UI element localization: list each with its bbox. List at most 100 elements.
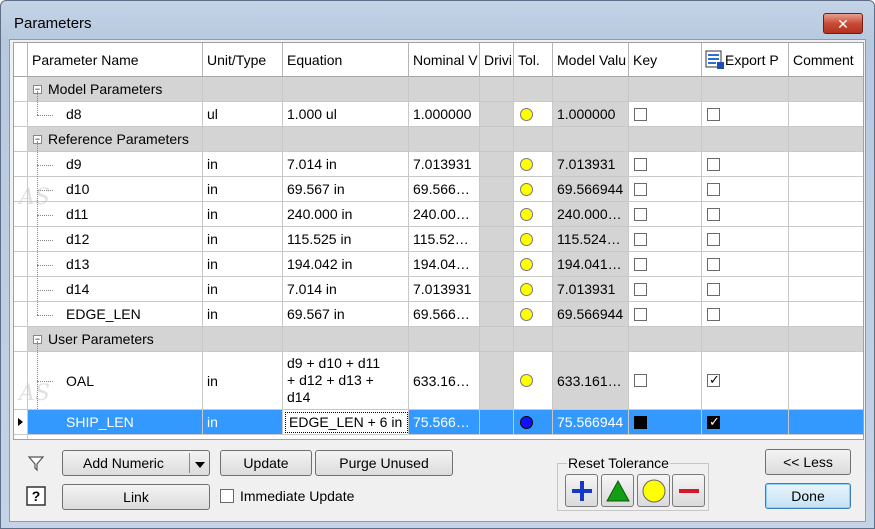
key-checkbox[interactable] <box>634 232 647 246</box>
nominal-value-cell[interactable]: 1.000000 <box>409 102 480 127</box>
tolerance-circle-icon[interactable] <box>520 107 533 121</box>
less-button[interactable]: << Less <box>765 449 851 475</box>
nominal-value-cell[interactable]: 633.16… <box>409 352 480 410</box>
key-cell[interactable] <box>629 227 702 252</box>
tolerance-cell[interactable] <box>514 152 553 177</box>
key-cell[interactable] <box>629 152 702 177</box>
tolerance-cell[interactable] <box>514 410 553 435</box>
key-checkbox[interactable] <box>634 157 647 171</box>
comment-cell[interactable] <box>789 277 863 302</box>
comment-cell[interactable] <box>789 152 863 177</box>
parameter-row[interactable]: d11 in 240.000 in 240.00… 240.000… <box>14 202 863 227</box>
nominal-value-cell[interactable]: 240.00… <box>409 202 480 227</box>
tolerance-cell[interactable] <box>514 227 553 252</box>
comment-cell[interactable] <box>789 410 863 435</box>
column-header-export-parameter[interactable]: Export P <box>702 43 789 77</box>
tolerance-circle-icon[interactable] <box>520 307 533 321</box>
nominal-value-cell[interactable]: 75.566… <box>409 410 480 435</box>
parameter-name-cell[interactable]: d11 <box>28 202 203 227</box>
export-cell[interactable] <box>702 352 789 410</box>
tolerance-cell[interactable] <box>514 102 553 127</box>
upper-tolerance-button[interactable] <box>565 474 598 507</box>
group-label-cell[interactable]: User Parameters <box>28 327 203 352</box>
export-cell[interactable] <box>702 302 789 327</box>
parameter-row[interactable]: d8 ul 1.000 ul 1.000000 1.000000 <box>14 102 863 127</box>
row-selector[interactable] <box>14 102 28 127</box>
row-selector[interactable] <box>14 277 28 302</box>
key-cell[interactable] <box>629 352 702 410</box>
tolerance-circle-icon[interactable] <box>520 207 533 221</box>
key-checkbox[interactable] <box>634 182 647 196</box>
key-checkbox[interactable] <box>634 282 647 296</box>
export-checkbox[interactable] <box>707 372 720 388</box>
export-checkbox[interactable] <box>707 307 720 321</box>
tolerance-circle-icon[interactable] <box>520 182 533 196</box>
export-cell[interactable] <box>702 252 789 277</box>
comment-cell[interactable] <box>789 102 863 127</box>
tolerance-circle-icon[interactable] <box>520 282 533 296</box>
parameter-name-cell[interactable]: OAL <box>28 352 203 410</box>
tolerance-cell[interactable] <box>514 252 553 277</box>
row-selector[interactable] <box>14 77 28 102</box>
close-button[interactable]: ✕ <box>823 13 863 34</box>
update-button[interactable]: Update <box>220 450 312 476</box>
key-cell[interactable] <box>629 252 702 277</box>
immediate-update-checkbox[interactable]: Immediate Update <box>219 488 354 504</box>
export-checkbox[interactable] <box>707 232 720 246</box>
unit-type-cell[interactable]: in <box>203 152 283 177</box>
equation-cell[interactable]: 115.525 in <box>283 227 409 252</box>
comment-cell[interactable] <box>789 252 863 277</box>
unit-type-cell[interactable]: in <box>203 277 283 302</box>
parameter-name-cell[interactable]: d10 <box>28 177 203 202</box>
export-cell[interactable] <box>702 227 789 252</box>
unit-type-cell[interactable]: in <box>203 177 283 202</box>
parameter-name-cell[interactable]: d9 <box>28 152 203 177</box>
export-checkbox[interactable] <box>707 107 720 121</box>
tolerance-circle-icon[interactable] <box>520 232 533 246</box>
key-checkbox[interactable] <box>634 257 647 271</box>
column-header-parameter-name[interactable]: Parameter Name <box>28 43 203 77</box>
tolerance-circle-icon[interactable] <box>520 257 533 271</box>
comment-cell[interactable] <box>789 177 863 202</box>
key-cell[interactable] <box>629 277 702 302</box>
key-checkbox[interactable] <box>634 307 647 321</box>
unit-type-cell[interactable]: in <box>203 302 283 327</box>
parameter-row[interactable]: d9 in 7.014 in 7.013931 7.013931 <box>14 152 863 177</box>
parameter-row[interactable]: EDGE_LEN in 69.567 in 69.566… 69.566944 <box>14 302 863 327</box>
export-checkbox[interactable] <box>707 282 720 296</box>
key-cell[interactable] <box>629 202 702 227</box>
equation-cell[interactable]: 194.042 in <box>283 252 409 277</box>
nominal-value-cell[interactable]: 69.566… <box>409 302 480 327</box>
export-checkbox[interactable] <box>707 157 720 171</box>
parameter-row[interactable]: SHIP_LEN in EDGE_LEN + 6 in 75.566… 75.56694… <box>14 410 863 435</box>
export-checkbox[interactable] <box>707 207 720 221</box>
unit-type-cell[interactable]: in <box>203 410 283 435</box>
column-header-equation[interactable]: Equation <box>283 43 409 77</box>
group-row[interactable]: Reference Parameters − <box>14 127 863 152</box>
dropdown-arrow-icon[interactable] <box>194 457 206 473</box>
key-checkbox[interactable] <box>634 415 647 429</box>
filter-button[interactable] <box>26 453 46 473</box>
median-tolerance-button[interactable] <box>601 474 634 507</box>
column-header-unit-type[interactable]: Unit/Type <box>203 43 283 77</box>
parameter-name-cell[interactable]: d8 <box>28 102 203 127</box>
equation-cell[interactable]: 69.567 in <box>283 302 409 327</box>
tolerance-cell[interactable] <box>514 277 553 302</box>
tolerance-cell[interactable] <box>514 177 553 202</box>
nominal-value-cell[interactable]: 115.52… <box>409 227 480 252</box>
row-selector[interactable] <box>14 410 28 435</box>
equation-cell[interactable]: EDGE_LEN + 6 in <box>283 410 409 435</box>
group-row[interactable]: User Parameters − <box>14 327 863 352</box>
export-checkbox[interactable] <box>707 414 720 430</box>
export-cell[interactable] <box>702 277 789 302</box>
parameter-name-cell[interactable]: d13 <box>28 252 203 277</box>
tolerance-cell[interactable] <box>514 302 553 327</box>
row-selector[interactable] <box>14 302 28 327</box>
title-bar[interactable]: Parameters ✕ <box>1 1 874 39</box>
group-label-cell[interactable]: Reference Parameters <box>28 127 203 152</box>
add-numeric-button[interactable]: Add Numeric <box>62 450 210 476</box>
comment-cell[interactable] <box>789 202 863 227</box>
key-checkbox[interactable] <box>634 107 647 121</box>
parameter-name-cell[interactable]: SHIP_LEN <box>28 410 203 435</box>
comment-cell[interactable] <box>789 352 863 410</box>
